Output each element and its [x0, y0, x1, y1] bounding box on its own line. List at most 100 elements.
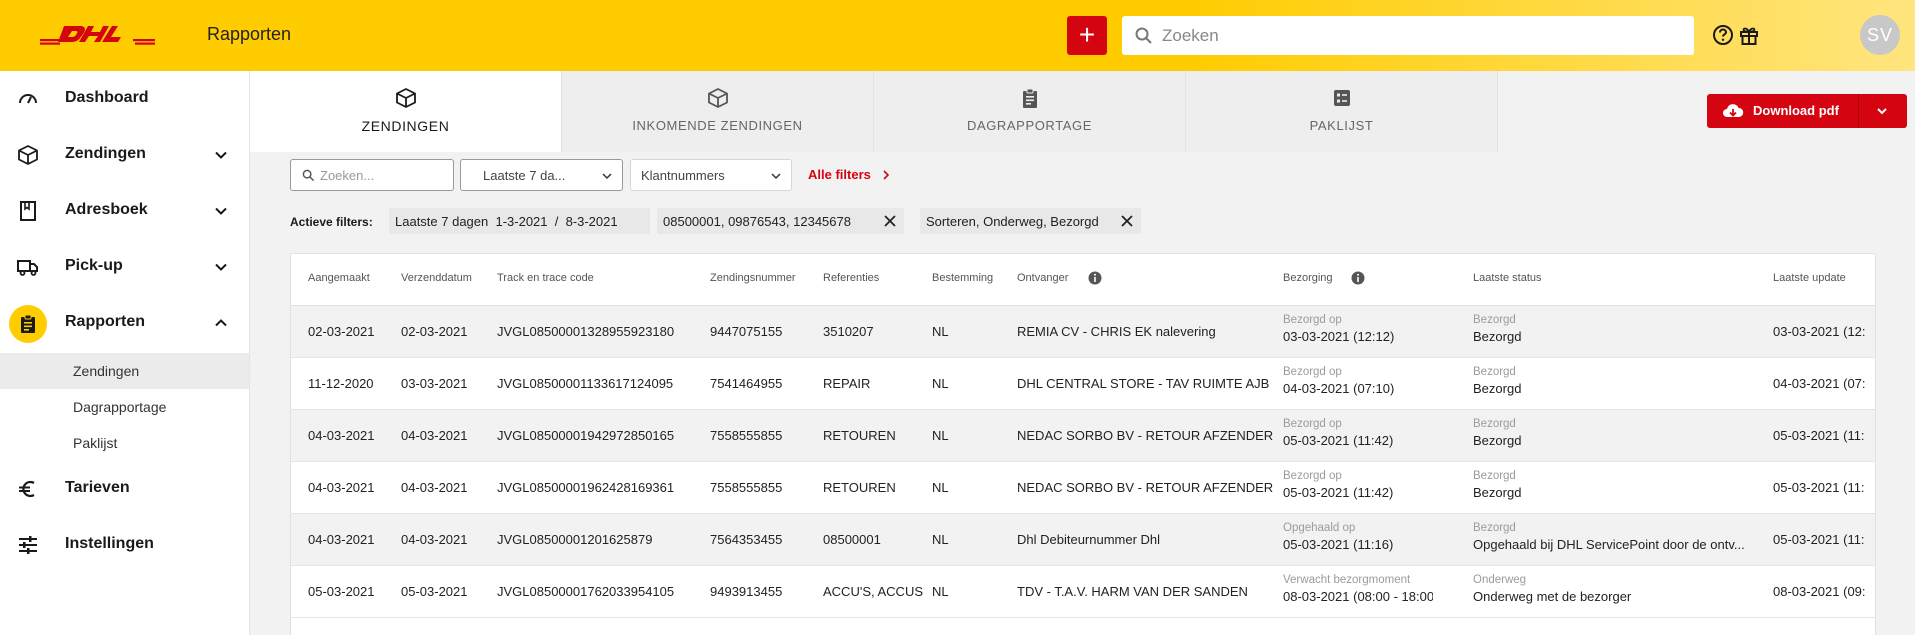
clipboard-icon	[1023, 88, 1037, 108]
column-header[interactable]: Bezorging	[1283, 272, 1333, 284]
bezorging-label: Bezorgd op	[1283, 366, 1342, 378]
cell-aangemaakt: 11-12-2020	[308, 376, 374, 391]
cell-bestemming: NL	[932, 428, 949, 443]
sidebar-item-tarieven[interactable]: Tarieven	[0, 461, 249, 517]
euro-icon	[19, 480, 35, 498]
sidebar-item-label: Dashboard	[65, 89, 149, 106]
column-header[interactable]: Aangemaakt	[308, 272, 370, 284]
help-icon[interactable]	[1712, 24, 1734, 46]
chevron-down-icon[interactable]	[1876, 105, 1888, 117]
table-row[interactable]: 04-03-2021 04-03-2021 JVGL0850000120162587…	[291, 514, 1875, 566]
column-header[interactable]: Bestemming	[932, 272, 993, 284]
bezorging-value: 05-03-2021 (11:42)	[1283, 485, 1394, 500]
active-filters-label: Actieve filters:	[290, 215, 373, 229]
package-icon	[708, 88, 728, 108]
sidebar-subitem-zendingen[interactable]: Zendingen	[0, 353, 249, 389]
status-value: Opgehaald bij DHL ServicePoint door de o…	[1473, 537, 1745, 552]
filter-search[interactable]	[290, 159, 454, 191]
tab-inkomende-zendingen[interactable]: INKOMENDE ZENDINGEN	[562, 71, 874, 152]
sidebar-item-pickup[interactable]: Pick-up	[0, 239, 249, 295]
bezorging-label: Verwacht bezorgmoment	[1283, 574, 1411, 586]
bezorging-value: 04-03-2021 (07:10)	[1283, 381, 1395, 396]
table-row[interactable]: 02-03-2021 02-03-2021 JVGL0850000132895592…	[291, 306, 1875, 358]
all-filters-link[interactable]: Alle filters	[808, 167, 871, 182]
filter-chip-text: Sorteren, Onderweg, Bezorgd	[926, 214, 1099, 229]
speedometer-icon	[19, 94, 37, 104]
cell-track: JVGL08500001201625879	[497, 532, 653, 547]
cell-status: Bezorgd Bezorgd	[1473, 314, 1763, 344]
info-icon[interactable]	[1351, 271, 1365, 285]
cell-verzenddatum: 05-03-2021	[401, 584, 468, 599]
column-header[interactable]: Verzenddatum	[401, 272, 472, 284]
column-header[interactable]: Zendingsnummer	[710, 272, 796, 284]
bezorging-label: Bezorgd op	[1283, 418, 1342, 430]
sidebar-item-instellingen[interactable]: Instellingen	[0, 517, 249, 573]
status-value: Bezorgd	[1473, 381, 1522, 396]
column-header[interactable]: Laatste status	[1473, 272, 1542, 284]
status-value: Bezorgd	[1473, 329, 1522, 344]
column-header[interactable]: Referenties	[823, 272, 879, 284]
sidebar: Dashboard Zendingen Adresboek Pick-up Ra…	[0, 71, 250, 635]
table-row[interactable]: 05-03-2021 05-03-2021 JVGL0850000176203395…	[291, 566, 1875, 618]
add-button[interactable]: +	[1067, 16, 1107, 55]
chevron-right-icon[interactable]	[882, 170, 890, 180]
cell-bezorging: Bezorgd op 05-03-2021 (11:42)	[1283, 418, 1433, 448]
download-pdf-button[interactable]: Download pdf	[1707, 94, 1907, 128]
column-header[interactable]: Ontvanger	[1017, 272, 1068, 284]
table-row[interactable]: 11-12-2020 03-03-2021 JVGL0850000113361712…	[291, 358, 1875, 410]
tab-paklijst[interactable]: PAKLIJST	[1186, 71, 1498, 152]
cell-update: 05-03-2021 (11:	[1773, 532, 1865, 547]
status-value: Bezorgd	[1473, 433, 1522, 448]
sidebar-item-rapporten[interactable]: Rapporten	[0, 295, 249, 351]
sidebar-subitem-dagrapportage[interactable]: Dagrapportage	[0, 389, 249, 425]
tab-label: PAKLIJST	[1309, 118, 1374, 133]
global-search[interactable]	[1122, 16, 1694, 55]
sidebar-item-label: Pick-up	[65, 257, 123, 274]
column-header[interactable]: Laatste update	[1773, 272, 1846, 284]
tab-dagrapportage[interactable]: DAGRAPPORTAGE	[874, 71, 1186, 152]
column-header[interactable]: Track en trace code	[497, 272, 594, 284]
cell-bezorging: Bezorgd op 03-03-2021 (12:12)	[1283, 314, 1433, 344]
sidebar-subitem-label: Paklijst	[73, 435, 118, 451]
table-row[interactable]: 04-03-2021 04-03-2021 JVGL0850000196242816…	[291, 462, 1875, 514]
sidebar-item-dashboard[interactable]: Dashboard	[0, 71, 249, 127]
main-content: ZENDINGEN INKOMENDE ZENDINGEN DAGRAPPORT…	[250, 71, 1915, 635]
cell-referenties: 3510207	[823, 324, 874, 339]
cell-zendingsnummer: 7564353455	[710, 532, 783, 547]
cell-zendingsnummer: 9493913455	[710, 584, 783, 599]
bezorging-value: 08-03-2021 (08:00 - 18:00)	[1283, 589, 1433, 604]
cell-referenties: RETOUREN	[823, 480, 896, 495]
cell-zendingsnummer: 7541464955	[710, 376, 783, 391]
status-label: Bezorgd	[1473, 418, 1516, 430]
page-title: Rapporten	[207, 24, 292, 44]
cell-ontvanger: DHL CENTRAL STORE - TAV RUIMTE AJB	[1017, 376, 1270, 391]
cell-referenties: REPAIR	[823, 376, 871, 391]
cell-status: Bezorgd Bezorgd	[1473, 366, 1763, 396]
tab-zendingen[interactable]: ZENDINGEN	[250, 71, 562, 152]
sidebar-item-adresboek[interactable]: Adresboek	[0, 183, 249, 239]
table-row[interactable]: 04-03-2021 04-03-2021 JVGL0850000194297285…	[291, 410, 1875, 462]
cell-aangemaakt: 04-03-2021	[308, 480, 375, 495]
close-icon[interactable]	[883, 214, 897, 228]
sidebar-item-zendingen[interactable]: Zendingen	[0, 127, 249, 183]
filter-chip-date: Laatste 7 dagen 1-3-2021 / 8-3-2021	[389, 208, 650, 234]
cell-bestemming: NL	[932, 324, 949, 339]
date-range-select[interactable]: Laatste 7 da...	[460, 159, 623, 191]
package-icon	[396, 88, 416, 108]
user-avatar[interactable]: SV	[1860, 15, 1900, 55]
sidebar-subitem-paklijst[interactable]: Paklijst	[0, 425, 249, 461]
filter-search-input[interactable]	[320, 160, 450, 190]
close-icon[interactable]	[1120, 214, 1134, 228]
info-icon[interactable]	[1088, 271, 1102, 285]
bezorging-value: 05-03-2021 (11:42)	[1283, 433, 1394, 448]
status-label: Bezorgd	[1473, 314, 1516, 326]
dhl-logo[interactable]	[40, 22, 155, 48]
search-input[interactable]	[1162, 16, 1682, 55]
gift-icon[interactable]	[1738, 24, 1760, 46]
cell-ontvanger: REMIA CV - CHRIS EK nalevering	[1017, 324, 1216, 339]
customer-number-select[interactable]: Klantnummers	[630, 159, 792, 191]
tab-label: DAGRAPPORTAGE	[966, 118, 1093, 133]
cell-track: JVGL08500001762033954105	[497, 584, 675, 599]
cell-zendingsnummer: 7558555855	[710, 480, 783, 495]
cell-update: 05-03-2021 (11:	[1773, 480, 1865, 495]
